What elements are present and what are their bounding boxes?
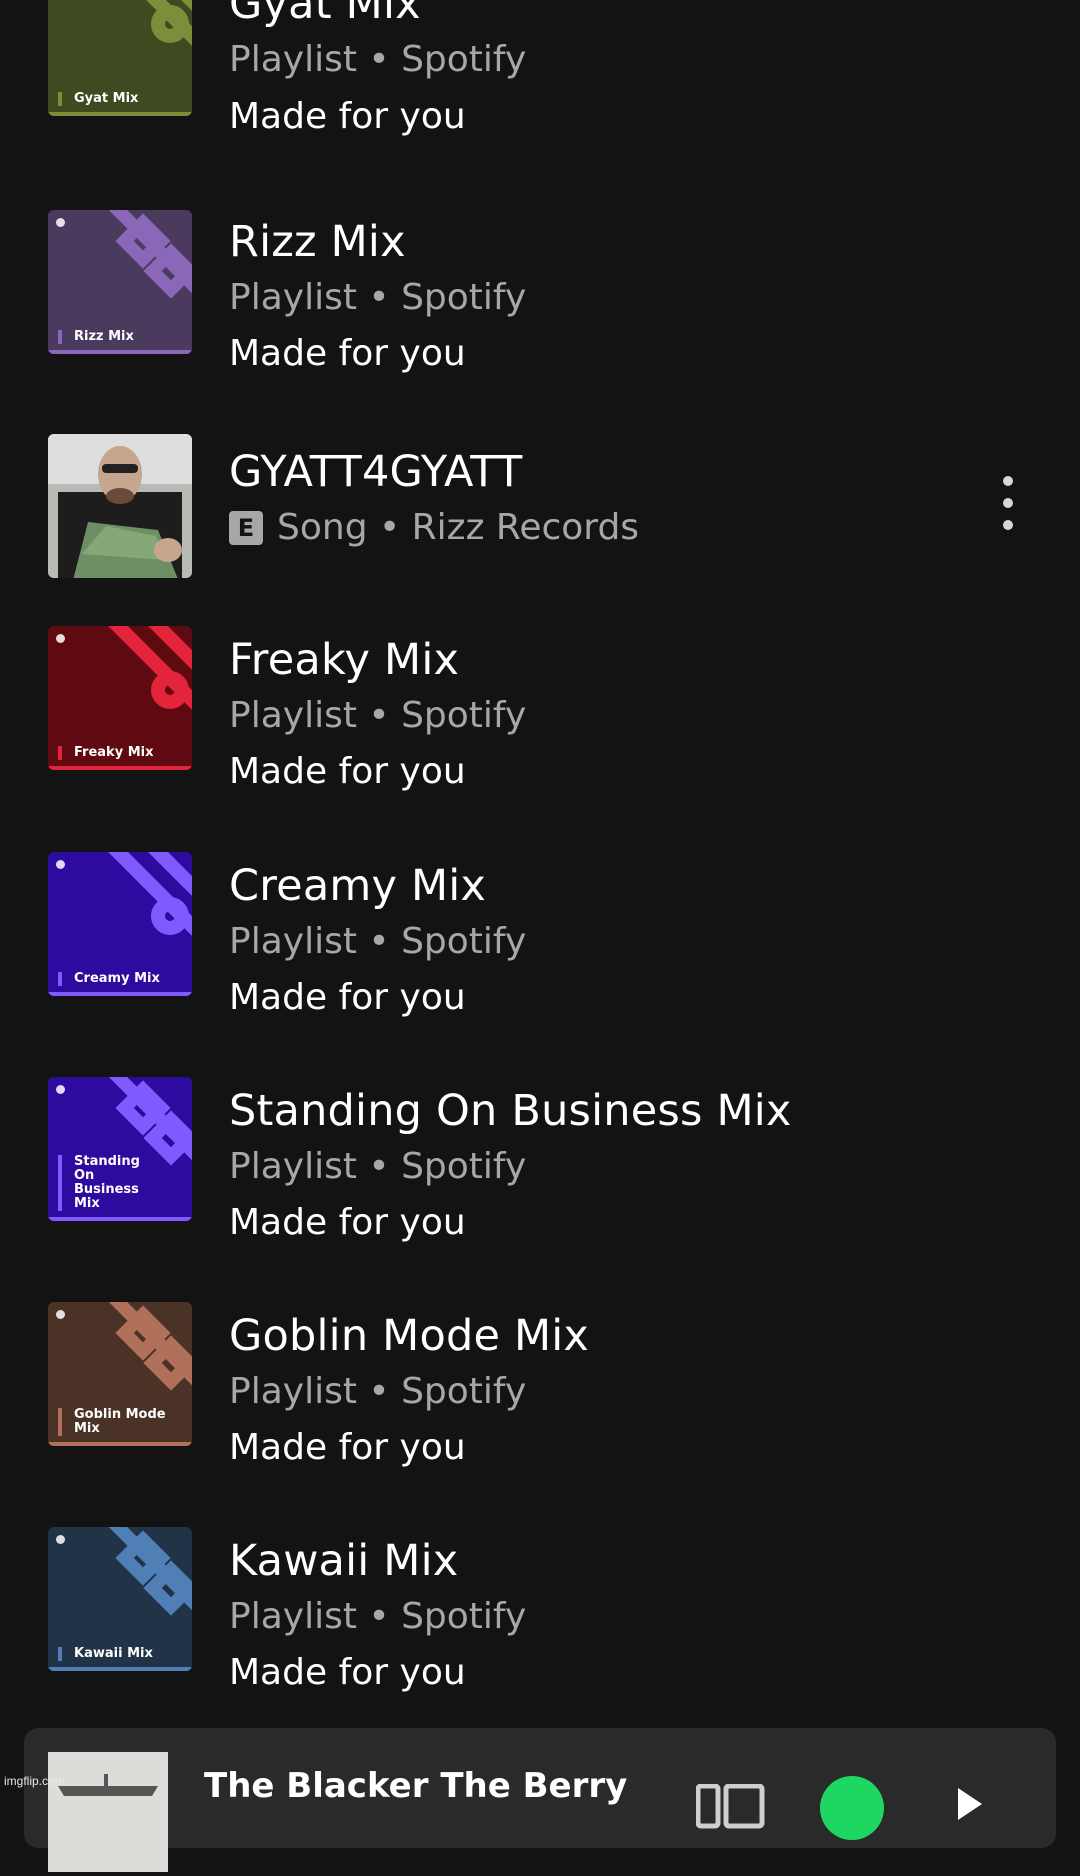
spotify-logo-icon xyxy=(56,1535,65,1544)
playlist-cover: Kawaii Mix xyxy=(48,1527,192,1671)
play-next-icon xyxy=(958,1788,982,1820)
cover-label: Rizz Mix xyxy=(58,330,184,344)
item-meta: Playlist • Spotify xyxy=(229,1596,527,1637)
spotify-logo-icon xyxy=(56,1085,65,1094)
song-artwork-image xyxy=(48,434,192,578)
spotify-logo-icon xyxy=(56,1310,65,1319)
album-art-image xyxy=(48,1752,168,1872)
song-cover-photo xyxy=(48,434,192,578)
cover-underline xyxy=(48,1442,192,1446)
item-title: GYATT4GYATT xyxy=(229,447,523,497)
list-item[interactable]: GYATT4GYATT E Song • Rizz Records xyxy=(0,434,1080,614)
item-subtitle: Made for you xyxy=(229,1202,466,1243)
spotify-logo-icon xyxy=(56,218,65,227)
list-item[interactable]: Gyat Mix Gyat Mix Playlist • Spotify Mad… xyxy=(0,0,1080,140)
now-playing-title: The Blacker The Berry xyxy=(204,1766,628,1806)
spotify-logo-icon xyxy=(56,634,65,643)
list-item[interactable]: Rizz Mix Rizz Mix Playlist • Spotify Mad… xyxy=(0,210,1080,390)
list-item[interactable]: Creamy Mix Creamy Mix Playlist • Spotify… xyxy=(0,852,1080,1032)
item-title: Creamy Mix xyxy=(229,861,487,911)
devices-icon xyxy=(695,1783,765,1829)
item-meta: Playlist • Spotify xyxy=(229,1146,527,1187)
explicit-badge: E xyxy=(229,511,263,545)
now-playing-artwork xyxy=(48,1752,168,1872)
spotify-logo-icon xyxy=(56,860,65,869)
item-title: Freaky Mix xyxy=(229,635,460,685)
list-item[interactable]: Goblin Mode Mix Goblin Mode Mix Playlist… xyxy=(0,1302,1080,1482)
cover-underline xyxy=(48,350,192,354)
cover-underline xyxy=(48,766,192,770)
play-button[interactable] xyxy=(820,1776,884,1840)
list-item[interactable]: Standing On Business Mix Standing On Bus… xyxy=(0,1077,1080,1257)
item-subtitle: Made for you xyxy=(229,333,466,374)
dot-icon xyxy=(1003,520,1013,530)
next-track-button[interactable] xyxy=(952,1784,992,1828)
item-subtitle: Made for you xyxy=(229,1427,466,1468)
item-subtitle: Made for you xyxy=(229,1652,466,1693)
item-title: Gyat Mix xyxy=(229,0,421,29)
list-item[interactable]: Kawaii Mix Kawaii Mix Playlist • Spotify… xyxy=(0,1527,1080,1707)
cover-underline xyxy=(48,1667,192,1671)
item-meta: E Song • Rizz Records xyxy=(229,506,639,550)
playlist-cover: Gyat Mix xyxy=(48,0,192,116)
playlist-cover: Standing On Business Mix xyxy=(48,1077,192,1221)
item-meta-text: Song • Rizz Records xyxy=(277,507,640,548)
playlist-cover: Creamy Mix xyxy=(48,852,192,996)
connect-device-button[interactable] xyxy=(695,1783,766,1844)
playlist-cover: Freaky Mix xyxy=(48,626,192,770)
item-title: Standing On Business Mix xyxy=(229,1086,792,1136)
cover-underline xyxy=(48,992,192,996)
item-meta: Playlist • Spotify xyxy=(229,695,527,736)
playlist-cover: Rizz Mix xyxy=(48,210,192,354)
cover-underline xyxy=(48,1217,192,1221)
item-subtitle: Made for you xyxy=(229,96,466,137)
item-subtitle: Made for you xyxy=(229,751,466,792)
mini-player[interactable]: The Blacker The Berry xyxy=(24,1728,1056,1872)
cover-label: Goblin Mode Mix xyxy=(58,1408,184,1436)
imgflip-watermark: imgflip.com xyxy=(4,1774,65,1788)
item-meta: Playlist • Spotify xyxy=(229,1371,527,1412)
cover-label: Creamy Mix xyxy=(58,972,184,986)
more-options-button[interactable] xyxy=(996,476,1020,536)
dot-icon xyxy=(1003,476,1013,486)
item-title: Kawaii Mix xyxy=(229,1536,459,1586)
list-item[interactable]: Freaky Mix Freaky Mix Playlist • Spotify… xyxy=(0,626,1080,806)
item-meta: Playlist • Spotify xyxy=(229,277,527,318)
dot-icon xyxy=(1003,498,1013,508)
cover-label: Freaky Mix xyxy=(58,746,184,760)
item-meta: Playlist • Spotify xyxy=(229,921,527,962)
item-title: Rizz Mix xyxy=(229,217,406,267)
cover-label: Kawaii Mix xyxy=(58,1647,184,1661)
item-title: Goblin Mode Mix xyxy=(229,1311,590,1361)
cover-underline xyxy=(48,112,192,116)
cover-label: Gyat Mix xyxy=(58,92,184,106)
item-subtitle: Made for you xyxy=(229,977,466,1018)
item-meta: Playlist • Spotify xyxy=(229,39,527,80)
cover-label: Standing On Business Mix xyxy=(58,1155,154,1211)
playlist-cover: Goblin Mode Mix xyxy=(48,1302,192,1446)
